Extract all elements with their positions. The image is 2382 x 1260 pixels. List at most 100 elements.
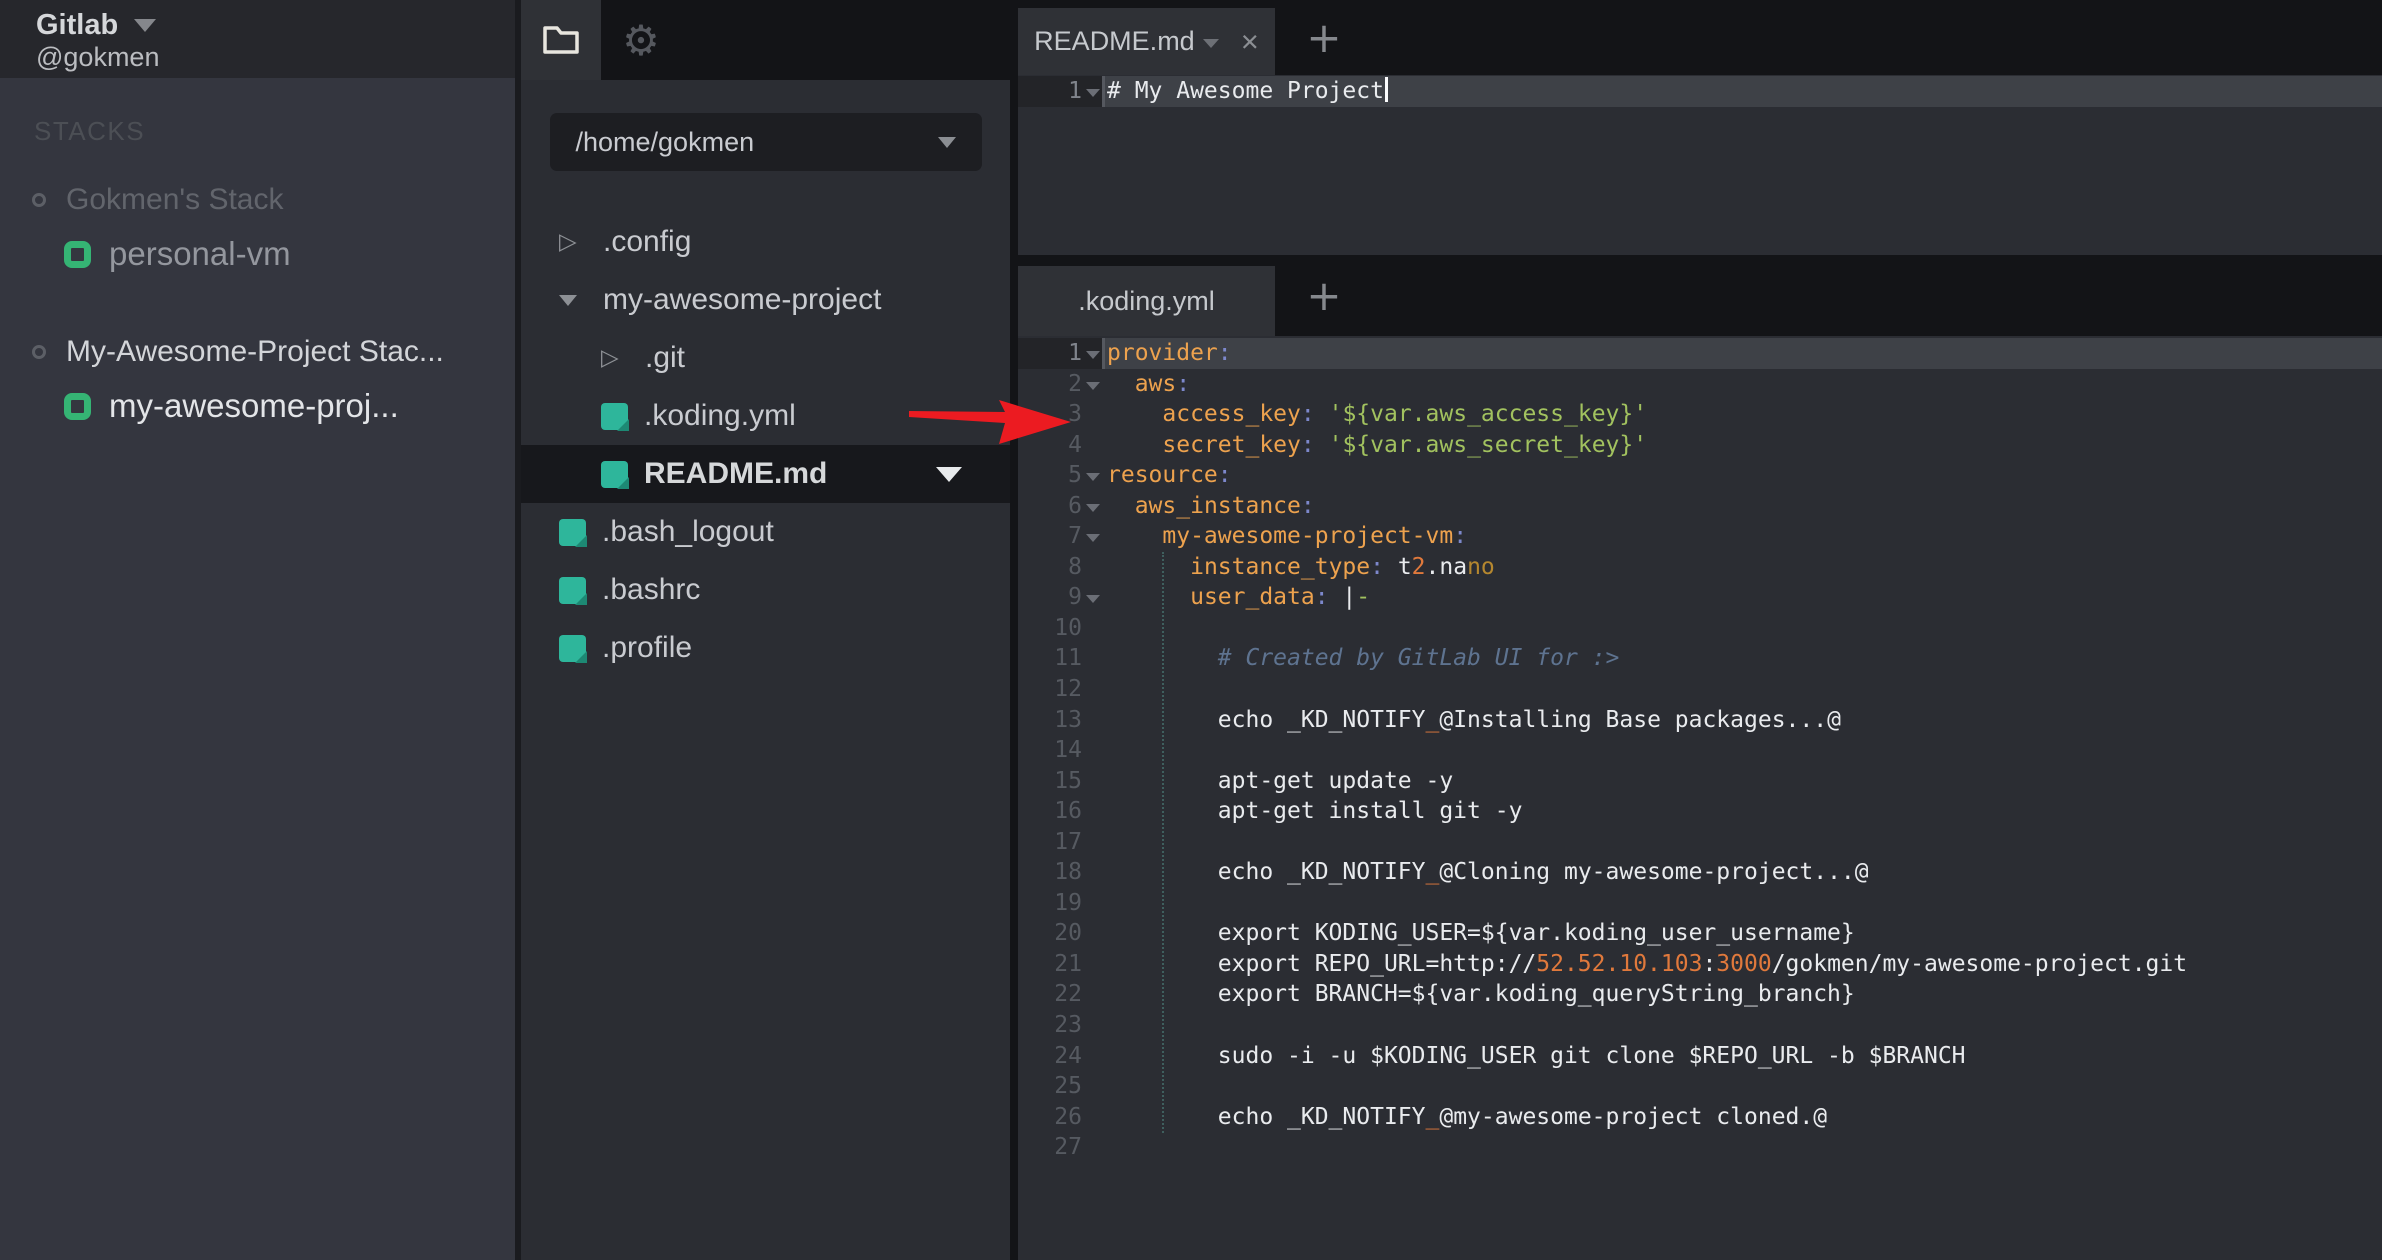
code-line[interactable]: 4 secret_key: '${var.aws_secret_key}' bbox=[1018, 430, 2382, 461]
code-line[interactable]: 6 aws_instance: bbox=[1018, 491, 2382, 522]
code-line[interactable]: 19 bbox=[1018, 888, 2382, 919]
team-switcher[interactable]: Gitlab @gokmen bbox=[0, 0, 515, 78]
gutter: 22 bbox=[1018, 979, 1102, 1010]
gutter: 16 bbox=[1018, 796, 1102, 827]
tree-item[interactable]: README.md bbox=[521, 445, 1010, 503]
fold-caret-icon[interactable] bbox=[1082, 521, 1102, 552]
chevron-right-icon[interactable]: ▷ bbox=[559, 229, 603, 255]
code-line[interactable]: 24 sudo -i -u $KODING_USER git clone $RE… bbox=[1018, 1041, 2382, 1072]
tree-item[interactable]: .bashrc bbox=[521, 561, 1010, 619]
tree-item[interactable]: ▷.config bbox=[521, 213, 1010, 271]
code-text: access_key: '${var.aws_access_key}' bbox=[1102, 399, 2382, 430]
tab-readme-md[interactable]: README.md × bbox=[1018, 8, 1275, 75]
tree-item[interactable]: .profile bbox=[521, 619, 1010, 677]
code-line[interactable]: 21 export REPO_URL=http://52.52.10.103:3… bbox=[1018, 949, 2382, 980]
code-line[interactable]: 10 bbox=[1018, 613, 2382, 644]
code-line[interactable]: 9 user_data: |- bbox=[1018, 582, 2382, 613]
code-line[interactable]: 22 export BRANCH=${var.koding_queryStrin… bbox=[1018, 979, 2382, 1010]
gutter: 17 bbox=[1018, 827, 1102, 858]
line-number: 17 bbox=[1018, 827, 1082, 858]
readme-editor[interactable]: 1# My Awesome Project bbox=[1018, 75, 2382, 255]
text-cursor bbox=[1385, 77, 1388, 102]
code-line[interactable]: 14 bbox=[1018, 735, 2382, 766]
current-path: /home/gokmen bbox=[576, 127, 755, 158]
tree-item[interactable]: .koding.yml bbox=[521, 387, 1010, 445]
tab-menu-caret-icon[interactable] bbox=[1203, 39, 1219, 48]
vm-status-icon bbox=[64, 241, 91, 268]
code-line[interactable]: 11 # Created by GitLab UI for :> bbox=[1018, 643, 2382, 674]
tree-item[interactable]: my-awesome-project bbox=[521, 271, 1010, 329]
gutter: 21 bbox=[1018, 949, 1102, 980]
tab-settings[interactable]: ⚙ bbox=[601, 0, 681, 80]
fold-caret-icon[interactable] bbox=[1082, 76, 1102, 107]
close-icon[interactable]: × bbox=[1241, 26, 1259, 57]
gutter: 14 bbox=[1018, 735, 1102, 766]
code-line[interactable]: 23 bbox=[1018, 1010, 2382, 1041]
path-selector[interactable]: /home/gokmen bbox=[550, 113, 982, 171]
fold-spacer bbox=[1082, 766, 1102, 797]
koding-yml-editor[interactable]: 1provider:2 aws:3 access_key: '${var.aws… bbox=[1018, 336, 2382, 1260]
gutter: 8 bbox=[1018, 552, 1102, 583]
code-text: instance_type: t2.nano bbox=[1102, 552, 2382, 583]
code-line[interactable]: 20 export KODING_USER=${var.koding_user_… bbox=[1018, 918, 2382, 949]
tab-koding-yml[interactable]: .koding.yml bbox=[1018, 266, 1275, 336]
fold-caret-icon[interactable] bbox=[1082, 491, 1102, 522]
code-line[interactable]: 27 bbox=[1018, 1132, 2382, 1163]
machine-item[interactable]: personal-vm bbox=[0, 223, 515, 285]
line-number: 25 bbox=[1018, 1071, 1082, 1102]
fold-caret-icon[interactable] bbox=[1082, 582, 1102, 613]
code-line[interactable]: 26 echo _KD_NOTIFY_@my-awesome-project c… bbox=[1018, 1102, 2382, 1133]
new-tab-button[interactable]: + bbox=[1301, 255, 1347, 336]
gutter: 3 bbox=[1018, 399, 1102, 430]
chevron-down-icon bbox=[938, 137, 956, 148]
machine-item[interactable]: my-awesome-proj... bbox=[0, 375, 515, 437]
code-line[interactable]: 7 my-awesome-project-vm: bbox=[1018, 521, 2382, 552]
code-line[interactable]: 1# My Awesome Project bbox=[1018, 76, 2382, 107]
fold-spacer bbox=[1082, 979, 1102, 1010]
code-line[interactable]: 16 apt-get install git -y bbox=[1018, 796, 2382, 827]
code-line[interactable]: 12 bbox=[1018, 674, 2382, 705]
code-line[interactable]: 2 aws: bbox=[1018, 369, 2382, 400]
code-line[interactable]: 15 apt-get update -y bbox=[1018, 766, 2382, 797]
code-text: echo _KD_NOTIFY_@Cloning my-awesome-proj… bbox=[1102, 857, 2382, 888]
code-line[interactable]: 13 echo _KD_NOTIFY_@Installing Base pack… bbox=[1018, 705, 2382, 736]
stack-item[interactable]: My-Awesome-Project Stac... bbox=[0, 329, 515, 375]
stack-item[interactable]: Gokmen's Stack bbox=[0, 177, 515, 223]
line-number: 22 bbox=[1018, 979, 1082, 1010]
code-line[interactable]: 25 bbox=[1018, 1071, 2382, 1102]
gutter: 19 bbox=[1018, 888, 1102, 919]
fold-caret-icon[interactable] bbox=[1082, 338, 1102, 369]
machine-name: personal-vm bbox=[109, 235, 291, 273]
fold-spacer bbox=[1082, 1010, 1102, 1041]
sidebar: Gitlab @gokmen STACKS Gokmen's Stackpers… bbox=[0, 0, 515, 1260]
code-text: # My Awesome Project bbox=[1102, 76, 2382, 107]
fold-spacer bbox=[1082, 796, 1102, 827]
line-number: 23 bbox=[1018, 1010, 1082, 1041]
team-name: Gitlab bbox=[36, 8, 118, 42]
gutter: 11 bbox=[1018, 643, 1102, 674]
code-line[interactable]: 3 access_key: '${var.aws_access_key}' bbox=[1018, 399, 2382, 430]
chevron-down-icon[interactable] bbox=[936, 467, 962, 482]
chevron-down-icon[interactable] bbox=[559, 295, 603, 306]
stack-group: Gokmen's Stack personal-vm bbox=[0, 177, 515, 285]
stack-name: Gokmen's Stack bbox=[66, 183, 283, 217]
code-line[interactable]: 18 echo _KD_NOTIFY_@Cloning my-awesome-p… bbox=[1018, 857, 2382, 888]
code-line[interactable]: 1provider: bbox=[1018, 338, 2382, 369]
new-tab-button[interactable]: + bbox=[1301, 0, 1347, 75]
code-line[interactable]: 5resource: bbox=[1018, 460, 2382, 491]
code-line[interactable]: 8 instance_type: t2.nano bbox=[1018, 552, 2382, 583]
stack-bullet-icon bbox=[32, 193, 46, 207]
code-text: provider: bbox=[1102, 338, 2382, 369]
folder-icon bbox=[542, 21, 580, 60]
tree-item[interactable]: ▷.git bbox=[521, 329, 1010, 387]
gutter: 23 bbox=[1018, 1010, 1102, 1041]
fold-spacer bbox=[1082, 949, 1102, 980]
gutter: 6 bbox=[1018, 491, 1102, 522]
tree-item[interactable]: .bash_logout bbox=[521, 503, 1010, 561]
tab-files[interactable] bbox=[521, 0, 601, 80]
gutter: 2 bbox=[1018, 369, 1102, 400]
fold-caret-icon[interactable] bbox=[1082, 369, 1102, 400]
chevron-right-icon[interactable]: ▷ bbox=[601, 345, 645, 371]
fold-caret-icon[interactable] bbox=[1082, 460, 1102, 491]
code-line[interactable]: 17 bbox=[1018, 827, 2382, 858]
